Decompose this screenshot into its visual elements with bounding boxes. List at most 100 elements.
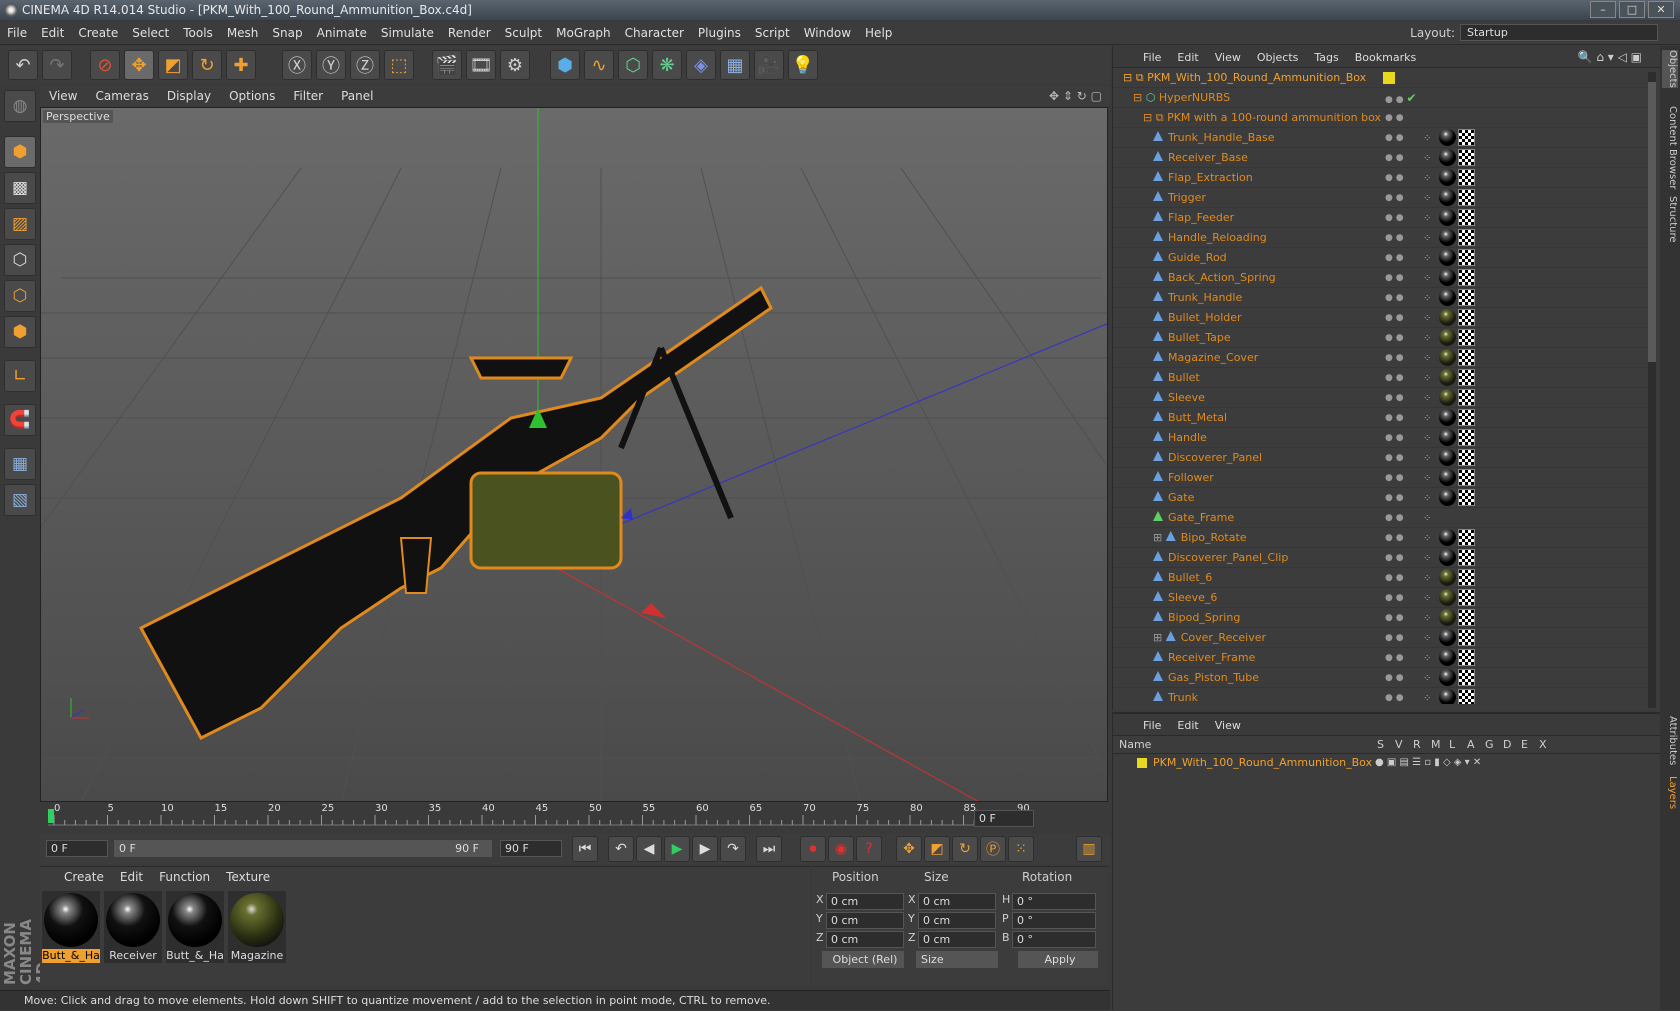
key-rotation-icon[interactable]: ↻ <box>952 836 978 862</box>
object-row[interactable]: Trunk ● ● ⁘ <box>1113 688 1648 704</box>
tab-layers[interactable]: Layers <box>1662 776 1678 809</box>
menu-render[interactable]: Render <box>441 21 498 45</box>
tab-structure[interactable]: Structure <box>1662 196 1678 243</box>
x-axis-handle[interactable] <box>641 603 666 618</box>
spline-icon[interactable]: ∿ <box>584 50 614 80</box>
viewport-menu-view[interactable]: View <box>40 86 86 106</box>
uvw-tag-icon[interactable] <box>1458 609 1475 626</box>
object-row[interactable]: Flap_Feeder ● ● ⁘ <box>1113 208 1648 228</box>
material-tag-icon[interactable] <box>1439 549 1456 566</box>
visibility-dots[interactable]: ● ● <box>1385 668 1404 688</box>
object-row[interactable]: Trunk_Handle ● ● ⁘ <box>1113 288 1648 308</box>
object-row[interactable]: Receiver_Frame ● ● ⁘ <box>1113 648 1648 668</box>
layers-menu-edit[interactable]: Edit <box>1169 715 1206 737</box>
edges-mode-icon[interactable]: ⬡ <box>4 280 36 312</box>
apply-button[interactable]: Apply <box>1018 951 1098 968</box>
viewport-menu-display[interactable]: Display <box>158 86 220 106</box>
menu-plugins[interactable]: Plugins <box>691 21 748 45</box>
render-view-icon[interactable]: 🎬 <box>432 50 462 80</box>
uvw-tag-icon[interactable] <box>1458 189 1475 206</box>
visibility-dots[interactable]: ● ● <box>1385 288 1404 308</box>
texture-mode-icon[interactable]: ▩ <box>4 172 36 204</box>
visibility-dots[interactable]: ● ● <box>1385 428 1404 448</box>
material-tag-icon[interactable] <box>1439 429 1456 446</box>
object-row[interactable]: Sleeve ● ● ⁘ <box>1113 388 1648 408</box>
size-field[interactable]: 0 cm <box>918 893 996 910</box>
phong-tag-icon[interactable]: ⁘ <box>1423 129 1437 149</box>
planar-workplane-icon[interactable]: ▧ <box>4 484 36 516</box>
minimize-button[interactable]: – <box>1590 1 1616 18</box>
nurbs-icon[interactable]: ⬡ <box>618 50 648 80</box>
z-axis-lock-icon[interactable]: Ⓩ <box>350 50 380 80</box>
phong-tag-icon[interactable]: ⁘ <box>1423 229 1437 249</box>
object-row[interactable]: Back_Action_Spring ● ● ⁘ <box>1113 268 1648 288</box>
object-row-hypernurbs[interactable]: ⊟ ⬡ HyperNURBS ● ● ✔ <box>1113 88 1648 108</box>
uvw-tag-icon[interactable] <box>1458 389 1475 406</box>
array-icon[interactable]: ❋ <box>652 50 682 80</box>
menu-mesh[interactable]: Mesh <box>220 21 266 45</box>
visibility-dots[interactable]: ● ● <box>1385 108 1404 128</box>
phong-tag-icon[interactable]: ⁘ <box>1423 529 1437 549</box>
layer-row[interactable]: PKM_With_100_Round_Ammunition_Box ● ▣ ▤ … <box>1113 754 1660 772</box>
visibility-dots[interactable]: ● ● <box>1385 368 1404 388</box>
menu-mograph[interactable]: MoGraph <box>549 21 618 45</box>
menu-simulate[interactable]: Simulate <box>374 21 441 45</box>
object-row[interactable]: ⊞ Cover_Receiver ● ● ⁘ <box>1113 628 1648 648</box>
material-tag-icon[interactable] <box>1439 449 1456 466</box>
x-axis-lock-icon[interactable]: Ⓧ <box>282 50 312 80</box>
scale-tool-icon[interactable]: ◩ <box>158 50 188 80</box>
menu-help[interactable]: Help <box>858 21 899 45</box>
object-row[interactable]: Gate_Frame ● ● ⁘ <box>1113 508 1648 528</box>
menu-edit[interactable]: Edit <box>34 21 71 45</box>
uvw-tag-icon[interactable] <box>1458 429 1475 446</box>
menu-snap[interactable]: Snap <box>265 21 309 45</box>
menu-create[interactable]: Create <box>71 21 125 45</box>
timeline-window-icon[interactable]: ▥ <box>1076 836 1102 862</box>
phong-tag-icon[interactable]: ⁘ <box>1423 329 1437 349</box>
phong-tag-icon[interactable]: ⁘ <box>1423 209 1437 229</box>
object-row[interactable]: Trigger ● ● ⁘ <box>1113 188 1648 208</box>
uvw-tag-icon[interactable] <box>1458 209 1475 226</box>
objects-menu-file[interactable]: File <box>1135 47 1169 69</box>
visibility-dots[interactable]: ● ● <box>1385 268 1404 288</box>
menu-animate[interactable]: Animate <box>310 21 374 45</box>
visibility-dots[interactable]: ● ● <box>1385 228 1404 248</box>
close-button[interactable]: ✕ <box>1648 1 1674 18</box>
end-frame-field[interactable]: 90 F <box>500 840 562 857</box>
object-row[interactable]: Guide_Rod ● ● ⁘ <box>1113 248 1648 268</box>
uvw-tag-icon[interactable] <box>1458 569 1475 586</box>
uvw-tag-icon[interactable] <box>1458 309 1475 326</box>
model-mode-icon[interactable]: ⬢ <box>4 136 36 168</box>
uvw-tag-icon[interactable] <box>1458 689 1475 704</box>
phong-tag-icon[interactable]: ⁘ <box>1423 309 1437 329</box>
material-tag-icon[interactable] <box>1439 249 1456 266</box>
uvw-tag-icon[interactable] <box>1458 169 1475 186</box>
material-menu-function[interactable]: Function <box>151 867 218 887</box>
phong-tag-icon[interactable]: ⁘ <box>1423 389 1437 409</box>
phong-tag-icon[interactable]: ⁘ <box>1423 189 1437 209</box>
phong-tag-icon[interactable]: ⁘ <box>1423 689 1437 704</box>
phong-tag-icon[interactable]: ⁘ <box>1423 629 1437 649</box>
object-row[interactable]: Handle ● ● ⁘ <box>1113 428 1648 448</box>
visibility-dots[interactable]: ● ● <box>1385 148 1404 168</box>
tab-attributes[interactable]: Attributes <box>1662 716 1678 765</box>
rotation-field[interactable]: 0 ° <box>1012 912 1096 929</box>
tab-objects[interactable]: Objects <box>1662 50 1678 88</box>
visibility-dots[interactable]: ● ● <box>1385 648 1404 668</box>
material-tag-icon[interactable] <box>1439 369 1456 386</box>
object-row[interactable]: Discoverer_Panel ● ● ⁘ <box>1113 448 1648 468</box>
menu-character[interactable]: Character <box>618 21 691 45</box>
uvw-tag-icon[interactable] <box>1458 129 1475 146</box>
visibility-dots[interactable]: ● ● <box>1385 508 1404 528</box>
uvw-tag-icon[interactable] <box>1458 289 1475 306</box>
material-tag-icon[interactable] <box>1439 269 1456 286</box>
viewport-menu-cameras[interactable]: Cameras <box>86 86 157 106</box>
play-icon[interactable]: ▶ <box>664 836 690 862</box>
viewport-menu-panel[interactable]: Panel <box>332 86 382 106</box>
visibility-dots[interactable]: ● ● <box>1385 468 1404 488</box>
deformer-icon[interactable]: ◈ <box>686 50 716 80</box>
workplane-icon[interactable]: ▨ <box>4 208 36 240</box>
visibility-dots[interactable]: ● ● <box>1385 308 1404 328</box>
viewport-menu-filter[interactable]: Filter <box>284 86 332 106</box>
object-row[interactable]: Flap_Extraction ● ● ⁘ <box>1113 168 1648 188</box>
